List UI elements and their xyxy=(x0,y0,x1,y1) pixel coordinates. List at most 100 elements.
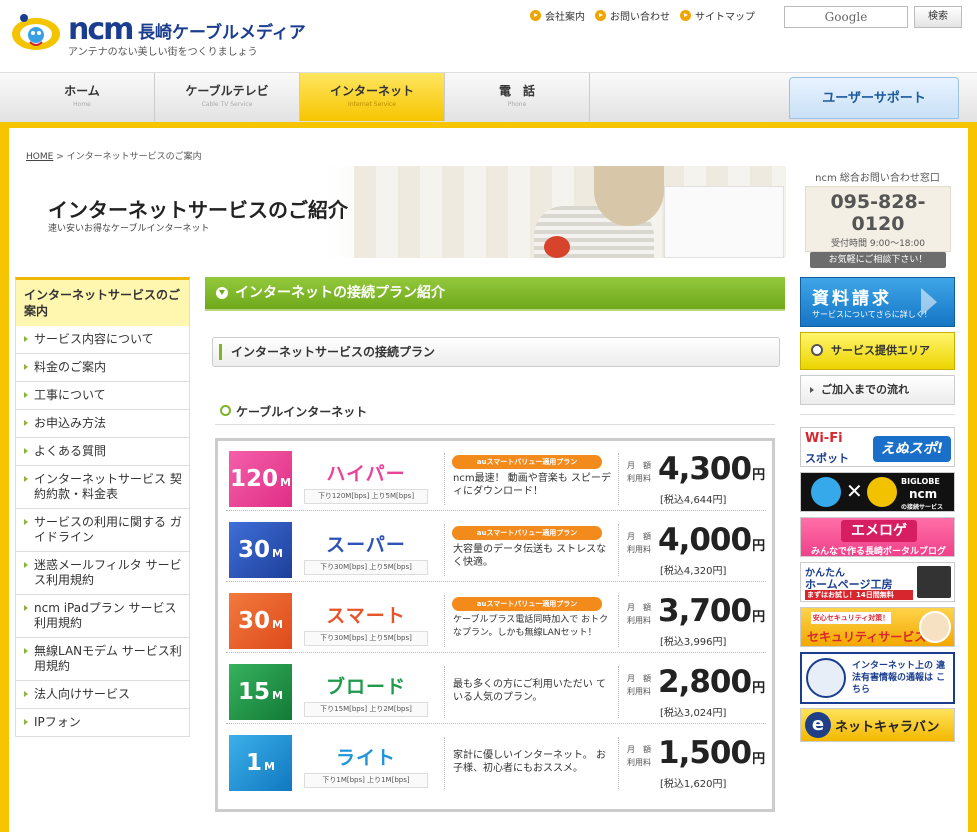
plan-divider xyxy=(618,666,619,718)
breadcrumb-current: インターネットサービスのご案内 xyxy=(66,152,202,162)
plan-divider xyxy=(444,595,445,647)
plan-price: 4,000円 xyxy=(658,522,766,558)
contact-note: お気軽にご相談下さい！ xyxy=(810,252,946,268)
price-label-monthly: 月 額 xyxy=(627,745,651,754)
biglobe-banner[interactable]: ✕ BIGLOBE ncm の接続サービス xyxy=(800,472,955,512)
sidebar-item-faq[interactable]: よくある質問 xyxy=(15,438,190,466)
sidebar-item-business[interactable]: 法人向けサービス xyxy=(15,681,190,709)
plan-row-hyper[interactable]: 120 M ハイパー 下り120M[bps] 上り5M[bps] auスマートバリ… xyxy=(226,447,766,511)
plan-name: スーパー xyxy=(326,534,406,556)
plan-price: 2,800円 xyxy=(658,664,766,700)
plan-price-value: 4,300 xyxy=(658,451,752,487)
brand-name[interactable]: 長崎ケーブルメディア xyxy=(138,18,306,43)
plan-divider xyxy=(618,595,619,647)
sidebar-item-apply[interactable]: お申込み方法 xyxy=(15,410,190,438)
sidebar-item-wlan-modem[interactable]: 無線LANモデム サービス利用規約 xyxy=(15,638,190,681)
breadcrumb-home[interactable]: HOME xyxy=(26,152,53,162)
sidebar-item-guideline[interactable]: サービスの利用に関する ガイドライン xyxy=(15,509,190,552)
plan-price-tax: [税込3,996円] xyxy=(660,637,727,648)
plan-name: ライト xyxy=(335,747,396,769)
emolog-sub: みんなで作る長崎ポータルブログ xyxy=(810,547,946,557)
plan-price-tax: [税込4,320円] xyxy=(660,566,727,577)
site-header: ncm 長崎ケーブルメディア アンテナのない美しい街をつくりましょう 会社案内 … xyxy=(0,0,977,72)
search-button[interactable]: 検索 xyxy=(914,6,962,28)
homepage-studio-banner[interactable]: かんたん ホームページ工房 まずはお試し！14日間無料 xyxy=(800,562,955,602)
ncm-logo-icon[interactable] xyxy=(8,6,68,54)
plan-speed-value: 120 xyxy=(230,466,279,492)
sidebar-item-ip-phone[interactable]: IPフォン xyxy=(15,709,190,737)
apple-icon xyxy=(544,236,570,258)
breadcrumb: HOME > インターネットサービスのご案内 xyxy=(26,149,202,162)
tab-internet-label: インターネット xyxy=(329,84,414,98)
plan-speed-value: 30 xyxy=(238,608,271,634)
plan-price-label: 月 額利用料 xyxy=(622,459,656,485)
tab-phone[interactable]: 電 話 Phone xyxy=(445,73,590,121)
plan-speed-badge: 120 M xyxy=(229,451,292,507)
plan-price-value: 2,800 xyxy=(658,664,752,700)
biglobe-label: BIGLOBE xyxy=(901,477,940,486)
plan-row-light[interactable]: 1M ライト 下り1M[bps] 上り1M[bps] 家計に優しいインターネット… xyxy=(226,731,766,795)
circle-arrow-icon xyxy=(216,287,228,299)
user-support-tab[interactable]: ユーザーサポート xyxy=(789,77,959,119)
sidebar-item-spam-filter[interactable]: 迷惑メールフィルタ サービス利用規約 xyxy=(15,552,190,595)
plan-price-tax: [税込1,620円] xyxy=(660,779,727,790)
sidebar-item-terms[interactable]: インターネットサービス 契約約款・料金表 xyxy=(15,466,190,509)
join-flow-button[interactable]: ご加入までの流れ xyxy=(800,375,955,405)
wifi-spot-banner[interactable]: Wi-Fi スポット えぬスポ! xyxy=(800,427,955,467)
plan-row-broad[interactable]: 15 M ブロード 下り15M[bps] 上り2M[bps] 最も多くの方にご利用… xyxy=(226,660,766,724)
cable-heading-divider xyxy=(215,424,775,425)
e-logo-icon: e xyxy=(805,712,831,738)
tab-internet-sublabel: Internet Service xyxy=(348,101,396,108)
tab-cable-tv-label: ケーブルテレビ xyxy=(185,84,269,98)
sidebar-item-pricing[interactable]: 料金のご案内 xyxy=(15,354,190,382)
plan-price-yen: 円 xyxy=(752,539,766,554)
document-request-title: 資料請求 xyxy=(812,289,892,309)
plan-price-tax: [税込3,024円] xyxy=(660,708,727,719)
plan-description: ケーブルプラス電話同時加入で おトクなプラン。しかも無線LANセット！ xyxy=(453,615,609,638)
e-net-caravan-banner[interactable]: e ネットキャラバン xyxy=(800,708,955,742)
tab-phone-label: 電 話 xyxy=(498,84,535,98)
price-label-fee: 利用料 xyxy=(627,545,651,554)
homepage-banner-trial: まずはお試し！14日間無料 xyxy=(805,590,913,600)
sitemap-link[interactable]: サイトマップ xyxy=(680,8,755,23)
sidebar-heading[interactable]: インターネットサービスのご案内 xyxy=(15,277,190,326)
plan-row-smart[interactable]: 30 M スマート 下り30M[bps] 上り5M[bps] auスマートバリュー… xyxy=(226,589,766,653)
breadcrumb-separator: > xyxy=(56,152,64,162)
company-link[interactable]: 会社案内 xyxy=(530,8,585,23)
contact-link[interactable]: お問い合わせ xyxy=(595,8,670,23)
sidebar-item-construction[interactable]: 工事について xyxy=(15,382,190,410)
plan-spec: 下り15M[bps] 上り2M[bps] xyxy=(304,702,428,717)
search-input[interactable]: Google xyxy=(784,6,908,28)
plan-speed-unit: M xyxy=(280,476,291,489)
wifi-banner-logo: えぬスポ! xyxy=(873,436,951,462)
emolog-banner[interactable]: エメロゲ みんなで作る長崎ポータルブログ xyxy=(800,517,955,557)
contact-hours: 受付時間 9:00～18:00 xyxy=(806,236,950,249)
plan-speed-badge: 15 M xyxy=(229,664,292,720)
contact-panel: 095-828-0120 受付時間 9:00～18:00 お気軽にご相談下さい！ xyxy=(805,186,951,268)
sidebar-item-ipad-plan[interactable]: ncm iPadプラン サービス利用規約 xyxy=(15,595,190,638)
illegal-info-report-banner[interactable]: インターネット上の 違法有害情報の通報は こちら xyxy=(800,652,955,704)
document-request-sub: サービスについてさらに詳しく！ xyxy=(812,310,932,319)
seal-icon xyxy=(806,658,846,698)
tab-internet[interactable]: インターネット Internet Service xyxy=(300,73,445,121)
document-request-button[interactable]: 資料請求 サービスについてさらに詳しく！ xyxy=(800,277,955,327)
contact-phone-number[interactable]: 095-828-0120 xyxy=(806,191,950,235)
contact-hours-label: 受付時間 xyxy=(830,239,867,249)
tab-cable-tv[interactable]: ケーブルテレビ Cable TV Service xyxy=(155,73,300,121)
plan-spec: 下り30M[bps] 上り5M[bps] xyxy=(304,560,428,575)
security-banner-title: セキュリティサービス xyxy=(807,630,927,644)
plan-divider xyxy=(444,524,445,576)
brand-logo[interactable]: ncm xyxy=(68,12,134,47)
plan-divider xyxy=(444,453,445,505)
plan-spec: 下り30M[bps] 上り5M[bps] xyxy=(304,631,428,646)
magnifier-icon xyxy=(811,344,823,356)
sidebar-item-service[interactable]: サービス内容について xyxy=(15,326,190,354)
tab-home[interactable]: ホーム Home xyxy=(10,73,155,121)
price-label-fee: 利用料 xyxy=(627,687,651,696)
tab-home-sublabel: Home xyxy=(73,101,91,108)
plan-row-super[interactable]: 30 M スーパー 下り30M[bps] 上り5M[bps] auスマートバリュー… xyxy=(226,518,766,582)
service-area-button[interactable]: サービス提供エリア xyxy=(800,332,955,370)
plan-price: 4,300円 xyxy=(658,451,766,487)
security-service-banner[interactable]: 安心セキュリティ対策！ セキュリティサービス xyxy=(800,607,955,647)
plan-speed-unit: M xyxy=(272,689,283,702)
